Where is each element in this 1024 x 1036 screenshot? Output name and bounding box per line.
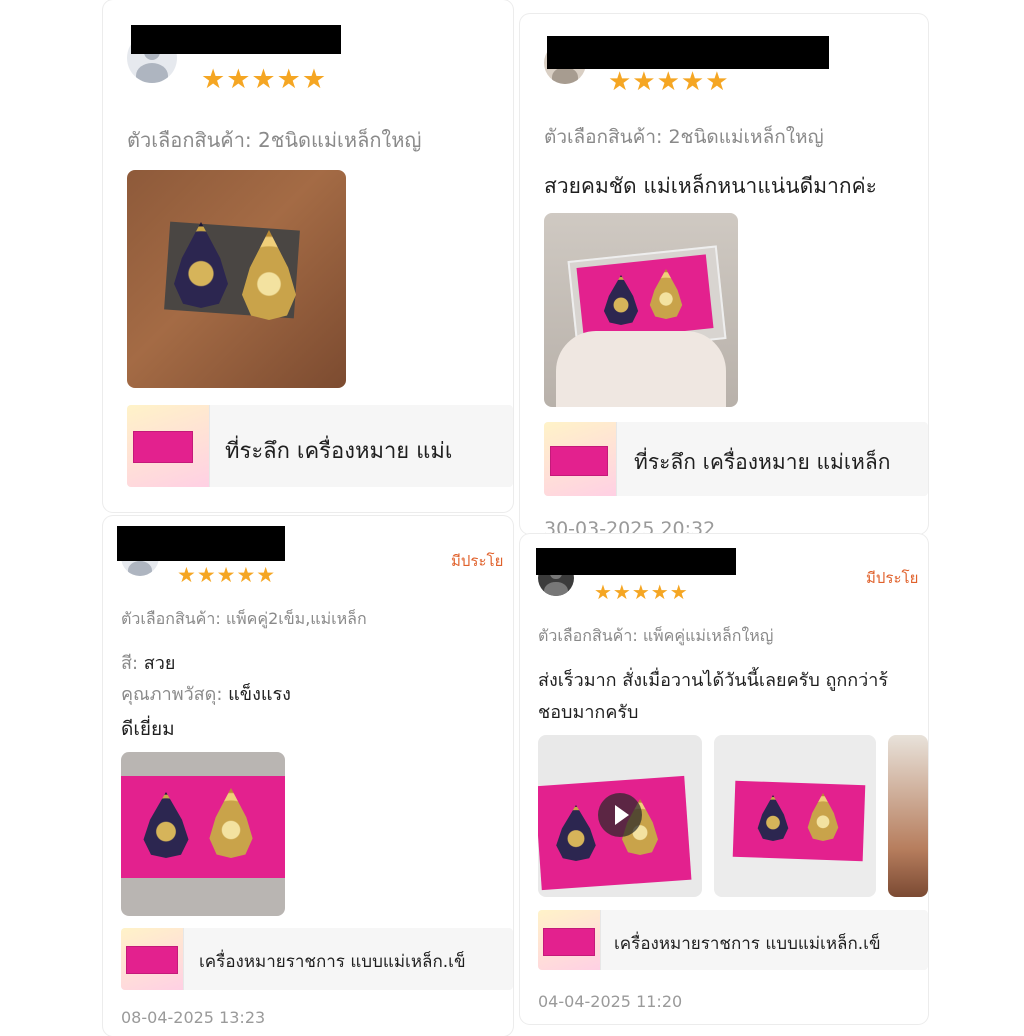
helpful-button[interactable]: มีประโย xyxy=(866,566,918,590)
star-rating: ★★★★★ xyxy=(177,563,277,587)
star-rating: ★★★★★ xyxy=(201,64,328,95)
redacted-username xyxy=(117,526,285,561)
review-text: สวยคมชัด แม่เหล็กหนาแน่นดีมากค่ะ xyxy=(544,174,877,198)
product-link[interactable]: เครื่องหมายราชการ แบบแม่เหล็ก.เข็ xyxy=(121,928,513,990)
review-card: ★★★★★ มีประโย ตัวเลือกสินค้า: แพ็คคู่2เข… xyxy=(103,516,513,1036)
product-name: ที่ระลึก เครื่องหมาย แม่เหล็ก xyxy=(634,450,891,474)
product-variant: ตัวเลือกสินค้า: แพ็คคู่2เข็ม,แม่เหล็ก xyxy=(121,609,367,628)
redacted-username xyxy=(536,548,736,575)
product-name: ที่ระลึก เครื่องหมาย แม่เ xyxy=(225,439,453,464)
quality-attribute: คุณภาพวัสดุ: แข็งแรง xyxy=(121,679,291,708)
review-photo[interactable] xyxy=(544,213,738,407)
review-photo[interactable] xyxy=(121,752,285,916)
color-attribute: สี: สวย xyxy=(121,648,175,677)
review-card: ★★★★★ มีประโย ตัวเลือกสินค้า: แพ็คคู่แม่… xyxy=(520,534,928,1024)
review-text: ชอบมากครับ xyxy=(538,702,639,723)
review-video[interactable] xyxy=(538,735,702,897)
helpful-button[interactable]: มีประโย xyxy=(451,549,503,573)
attribute-label: คุณภาพวัสดุ: xyxy=(121,684,223,705)
review-datetime: 04-04-2025 11:20 xyxy=(538,992,683,1011)
review-photo[interactable] xyxy=(127,170,346,388)
review-card: ★★★★★ ตัวเลือกสินค้า: 2ชนิดแม่เหล็กใหญ่ … xyxy=(520,14,928,534)
product-name: เครื่องหมายราชการ แบบแม่เหล็ก.เข็ xyxy=(199,952,466,972)
attribute-value: สวย xyxy=(143,653,176,674)
product-link[interactable]: เครื่องหมายราชการ แบบแม่เหล็ก.เข็ xyxy=(538,910,928,970)
star-rating: ★★★★★ xyxy=(608,67,730,97)
redacted-username xyxy=(131,25,341,54)
play-icon[interactable] xyxy=(598,793,642,837)
review-photo[interactable] xyxy=(888,735,928,897)
review-photo[interactable] xyxy=(714,735,876,897)
review-card: ★★★★★ ตัวเลือกสินค้า: 2ชนิดแม่เหล็กใหญ่ … xyxy=(103,0,513,512)
attribute-label: สี: xyxy=(121,653,139,674)
review-text: ดีเยี่ยม xyxy=(121,718,175,740)
product-variant: ตัวเลือกสินค้า: 2ชนิดแม่เหล็กใหญ่ xyxy=(544,126,824,148)
attribute-value: แข็งแรง xyxy=(228,684,291,705)
review-datetime: 08-04-2025 13:23 xyxy=(121,1008,266,1027)
product-variant: ตัวเลือกสินค้า: แพ็คคู่แม่เหล็กใหญ่ xyxy=(538,626,774,645)
redacted-username xyxy=(547,36,829,69)
product-link[interactable]: ที่ระลึก เครื่องหมาย แม่เ xyxy=(127,405,513,487)
product-variant: ตัวเลือกสินค้า: 2ชนิดแม่เหล็กใหญ่ xyxy=(127,128,422,152)
star-rating: ★★★★★ xyxy=(594,580,689,604)
review-datetime: 30-03-2025 20:32 xyxy=(544,518,716,534)
review-text: ส่งเร็วมาก สั่งเมื่อวานได้วันนี้เลยครับ … xyxy=(538,670,889,691)
product-link[interactable]: ที่ระลึก เครื่องหมาย แม่เหล็ก xyxy=(544,422,928,496)
product-name: เครื่องหมายราชการ แบบแม่เหล็ก.เข็ xyxy=(614,934,881,954)
